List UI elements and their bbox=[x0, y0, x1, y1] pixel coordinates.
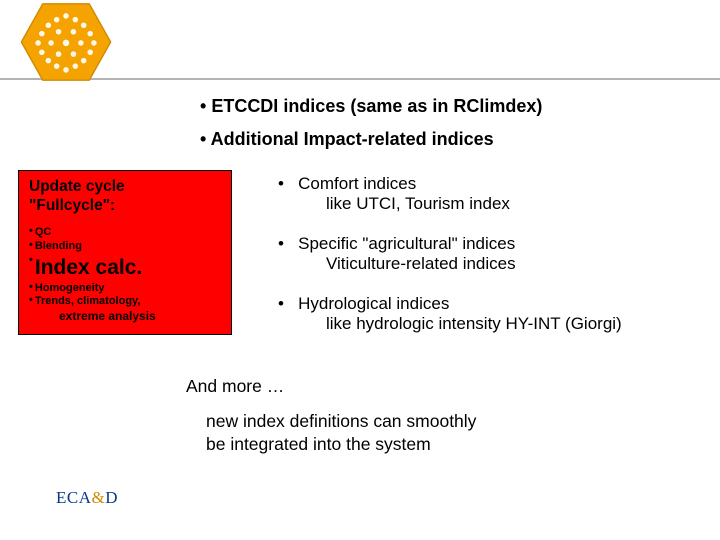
hex-logo-icon bbox=[16, 2, 116, 82]
panel-item-indent: extreme analysis bbox=[29, 309, 221, 324]
more-text: And more … bbox=[186, 376, 284, 397]
sub-bullet-area: Comfort indices like UTCI, Tourism index… bbox=[232, 170, 702, 354]
main-content: ETCCDI indices (same as in RClimdex) Add… bbox=[0, 96, 720, 162]
top-bullet-text: ETCCDI indices (same as in RClimdex) bbox=[211, 96, 542, 116]
bullet-icon bbox=[200, 129, 211, 149]
top-bullet-list: ETCCDI indices (same as in RClimdex) Add… bbox=[0, 96, 720, 150]
sub-bullet-follow: like UTCI, Tourism index bbox=[278, 194, 702, 214]
panel-title: Update cycle bbox=[29, 177, 221, 196]
panel-item-text: Blending bbox=[29, 240, 82, 252]
bullet-icon bbox=[200, 96, 211, 116]
sub-bullet-lead: Hydrological indices bbox=[278, 294, 702, 314]
panel-subtitle: "Fullcycle": bbox=[29, 196, 221, 215]
footer-pre: ECA bbox=[56, 488, 92, 507]
panel-item-text: Homogeneity bbox=[29, 282, 105, 294]
footer-logo: ECA&D bbox=[56, 488, 118, 508]
top-bullet: ETCCDI indices (same as in RClimdex) bbox=[200, 96, 720, 117]
follow-line: new index definitions can smoothly bbox=[206, 411, 476, 431]
top-bullet-text: Additional Impact-related indices bbox=[211, 129, 494, 149]
sub-bullet-follow: like hydrologic intensity HY-INT (Giorgi… bbox=[278, 314, 702, 334]
follow-text: new index definitions can smoothly be in… bbox=[206, 410, 476, 456]
sub-bullet: Comfort indices like UTCI, Tourism index bbox=[278, 174, 702, 214]
bullet-icon bbox=[278, 234, 289, 253]
panel-item: QC bbox=[29, 226, 221, 240]
slide-container: Index calculation ETCCDI indices (same a… bbox=[0, 0, 720, 540]
content-row: Update cycle "Fullcycle": QC Blending In… bbox=[18, 170, 702, 354]
sub-bullet: Hydrological indices like hydrologic int… bbox=[278, 294, 702, 334]
footer-amp: & bbox=[92, 488, 106, 507]
panel-item-text: extreme analysis bbox=[59, 309, 156, 323]
panel-item: Blending bbox=[29, 240, 221, 254]
top-bullet: Additional Impact-related indices bbox=[200, 129, 720, 150]
sub-bullet-lead: Specific "agricultural" indices bbox=[278, 234, 702, 254]
panel-item-highlight: Index calc. bbox=[29, 255, 221, 281]
panel-item-text: Index calc. bbox=[35, 256, 142, 279]
panel-item: Homogeneity bbox=[29, 282, 221, 296]
follow-line: be integrated into the system bbox=[206, 434, 431, 454]
sub-bullet-text: Comfort indices bbox=[298, 174, 416, 193]
panel-list: QC Blending Index calc. Homogeneity Tren… bbox=[29, 226, 221, 324]
sub-bullet-list: Comfort indices like UTCI, Tourism index… bbox=[278, 174, 702, 334]
footer-post: D bbox=[105, 488, 118, 507]
sub-bullet-follow: Viticulture-related indices bbox=[278, 254, 702, 274]
sub-bullet-lead: Comfort indices bbox=[278, 174, 702, 194]
sub-bullet-text: Hydrological indices bbox=[298, 294, 449, 313]
sub-bullet-text: Specific "agricultural" indices bbox=[298, 234, 515, 253]
panel-item-text: QC bbox=[29, 226, 51, 238]
bullet-icon bbox=[278, 294, 289, 313]
panel-item: Trends, climatology, bbox=[29, 295, 221, 309]
fullcycle-panel: Update cycle "Fullcycle": QC Blending In… bbox=[18, 170, 232, 335]
panel-item-text: Trends, climatology, bbox=[29, 295, 140, 307]
sub-bullet: Specific "agricultural" indices Viticult… bbox=[278, 234, 702, 274]
bullet-icon bbox=[278, 174, 289, 193]
